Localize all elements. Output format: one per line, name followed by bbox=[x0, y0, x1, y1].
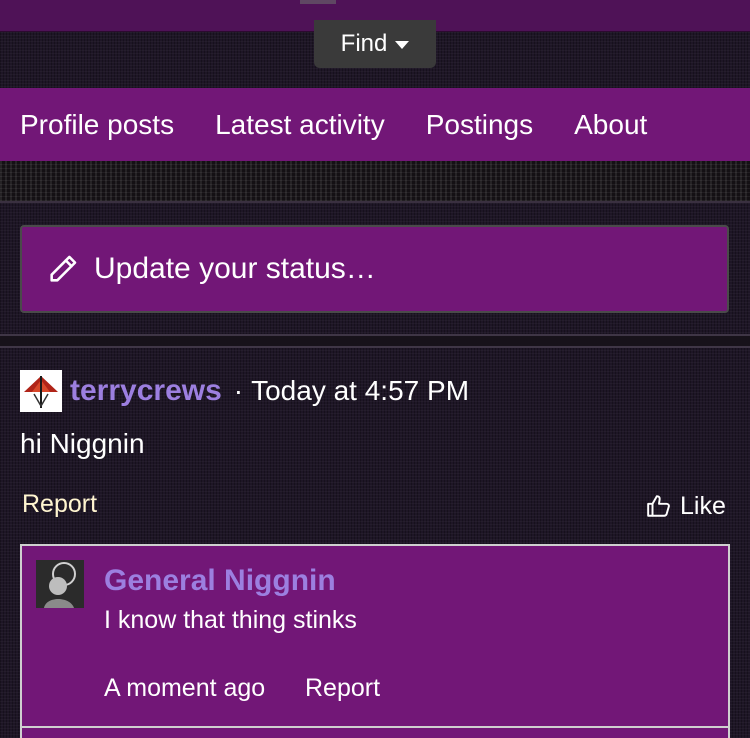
pencil-icon bbox=[50, 255, 77, 282]
thumbs-up-icon bbox=[647, 495, 670, 517]
status-placeholder: Update your status… bbox=[94, 252, 376, 285]
report-link[interactable]: Report bbox=[22, 490, 97, 519]
tab-profile-posts[interactable]: Profile posts bbox=[20, 109, 174, 141]
tab-postings[interactable]: Postings bbox=[426, 109, 533, 141]
tab-latest-activity[interactable]: Latest activity bbox=[215, 109, 385, 141]
find-button[interactable]: Find bbox=[314, 20, 436, 68]
caret-down-icon bbox=[395, 41, 410, 49]
comment: General Niggnin I know that thing stinks… bbox=[20, 544, 730, 738]
like-label: Like bbox=[680, 491, 726, 520]
update-status-input[interactable]: Update your status… bbox=[20, 225, 729, 313]
post-header: terrycrews · Today at 4:57 PM bbox=[20, 370, 469, 412]
portrait-icon bbox=[36, 560, 84, 608]
post-time[interactable]: Today at 4:57 PM bbox=[251, 375, 469, 407]
tab-about[interactable]: About bbox=[574, 109, 647, 141]
separator-dot: · bbox=[233, 375, 244, 406]
like-button[interactable]: Like bbox=[646, 490, 726, 522]
section-divider bbox=[0, 334, 750, 348]
comment-report-link[interactable]: Report bbox=[305, 674, 380, 703]
post-author[interactable]: terrycrews bbox=[70, 374, 222, 408]
comment-text: I know that thing stinks bbox=[104, 606, 357, 634]
find-label: Find bbox=[340, 30, 388, 57]
post-body: hi Niggnin bbox=[20, 428, 145, 459]
comment-time[interactable]: A moment ago bbox=[104, 674, 265, 703]
umbrella-icon bbox=[20, 370, 62, 412]
comment-avatar[interactable] bbox=[36, 560, 84, 608]
avatar[interactable] bbox=[20, 370, 62, 412]
decorative-strip bbox=[0, 161, 750, 203]
profile-tabs: Profile posts Latest activity Postings A… bbox=[0, 88, 750, 161]
comment-author[interactable]: General Niggnin bbox=[104, 564, 336, 598]
comment-divider bbox=[22, 726, 728, 728]
logo-image[interactable] bbox=[300, 0, 336, 4]
